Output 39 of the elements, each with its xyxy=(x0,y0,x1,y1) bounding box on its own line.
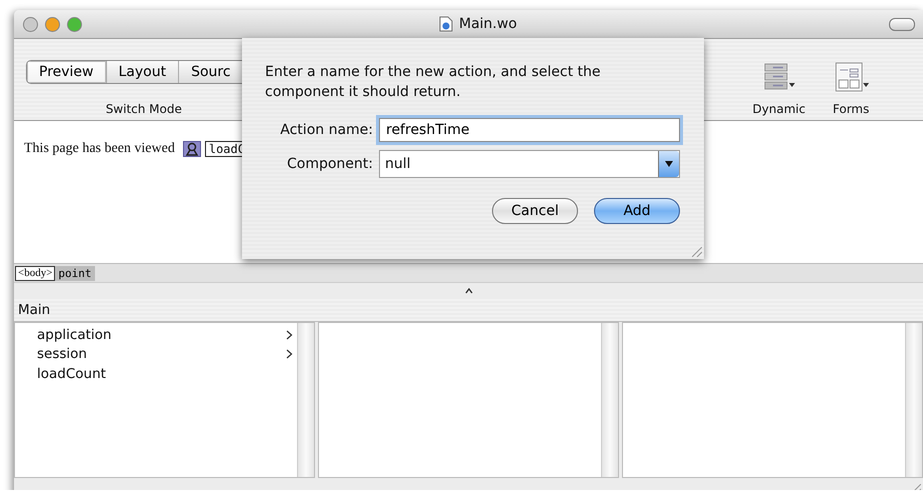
dialog-message: Enter a name for the new action, and select the component it should return. xyxy=(265,63,602,102)
page-text: This page has been viewed xyxy=(24,141,175,157)
toolbar-button[interactable]: Dynamic xyxy=(752,102,806,116)
window-title: Main.wo xyxy=(459,16,517,32)
toolbar-toggle-button[interactable] xyxy=(889,18,915,30)
browser-row[interactable]: loadCount xyxy=(37,364,297,384)
scrollbar[interactable] xyxy=(601,323,618,477)
toolbar-caption: Switch Mode xyxy=(106,102,182,116)
mode-tab[interactable]: Sourc xyxy=(179,61,261,83)
path-item[interactable]: point xyxy=(55,266,95,280)
toolbar-button[interactable]: Forms xyxy=(832,102,870,116)
resize-grip-icon xyxy=(692,247,702,257)
caret-up-icon xyxy=(464,288,472,294)
component-dropdown[interactable]: null xyxy=(379,150,680,178)
scrollbar[interactable] xyxy=(297,323,314,477)
element-icon xyxy=(182,141,201,157)
chevron-right-icon xyxy=(286,330,293,340)
form-window-icon xyxy=(833,62,869,94)
document-icon xyxy=(439,16,453,32)
browser-title: Main xyxy=(18,302,50,318)
row-label: application xyxy=(37,326,112,343)
zoom-button[interactable] xyxy=(67,16,82,32)
mode-tab[interactable]: Layout xyxy=(106,61,180,83)
dialog-button[interactable]: Cancel xyxy=(492,198,578,224)
minimize-button[interactable] xyxy=(45,16,60,32)
scrollbar[interactable] xyxy=(905,323,922,477)
close-button[interactable] xyxy=(23,16,38,32)
chevron-right-icon xyxy=(286,349,293,360)
browser-row[interactable]: application xyxy=(37,325,297,344)
browser-row[interactable]: session xyxy=(37,344,297,364)
mode-tab[interactable]: Preview xyxy=(27,61,106,83)
path-item[interactable]: <body> xyxy=(15,266,56,280)
dialog-button[interactable]: Add xyxy=(594,198,680,224)
field-label: Action name: xyxy=(279,122,373,138)
row-label: loadCount xyxy=(37,366,106,382)
action-name-field[interactable]: refreshTime xyxy=(379,118,680,142)
row-label: session xyxy=(37,346,87,362)
caret-down-icon xyxy=(665,161,673,167)
field-label: Component: xyxy=(286,156,373,172)
